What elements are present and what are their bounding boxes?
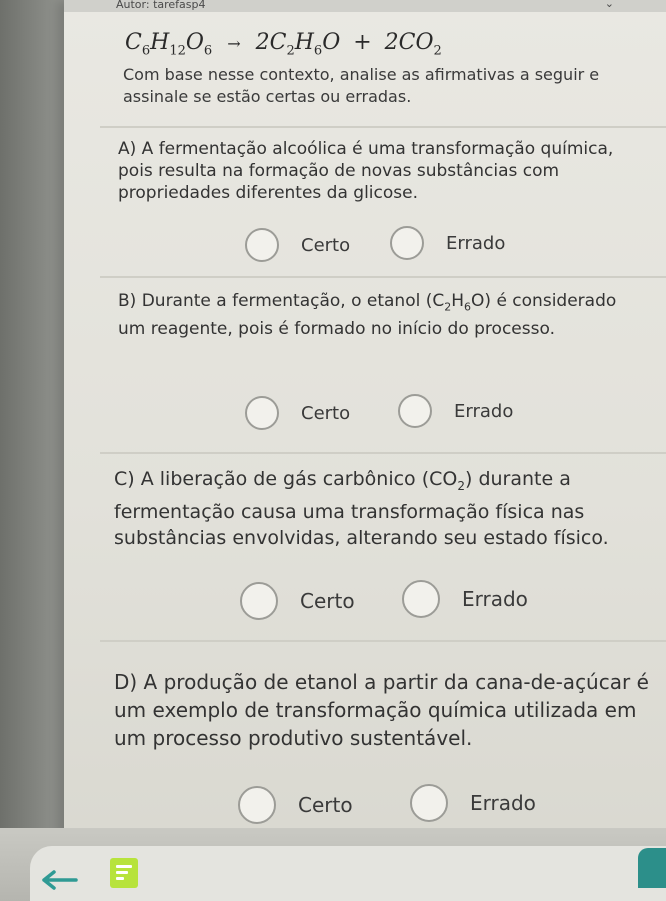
back-arrow-icon[interactable] (40, 866, 80, 890)
author-label: Autor: tarefasp4 (116, 0, 206, 11)
divider (100, 452, 666, 454)
radio-circle[interactable] (245, 396, 279, 430)
divider (100, 640, 666, 642)
option-a-errado[interactable]: Errado (390, 226, 505, 260)
question-c-text: C) A liberação de gás carbônico (CO2) du… (114, 468, 609, 549)
divider (100, 126, 666, 128)
option-b-certo[interactable]: Certo (245, 396, 350, 430)
document-icon[interactable] (110, 858, 138, 888)
option-c-certo[interactable]: Certo (240, 582, 355, 620)
option-c-errado[interactable]: Errado (402, 580, 528, 618)
divider (100, 276, 666, 278)
radio-circle[interactable] (238, 786, 276, 824)
radio-circle[interactable] (410, 784, 448, 822)
question-d-text: D) A produção de etanol a partir da cana… (114, 670, 649, 750)
intro-text: Com base nesse contexto, analise as afir… (123, 65, 600, 106)
chevron-down-icon[interactable]: ⌄ (605, 0, 614, 10)
question-b-text: B) Durante a fermentação, o etanol (C2H6… (118, 291, 617, 340)
chemical-equation: C6H12O6 → 2C2H6O + 2CO2 (125, 30, 442, 59)
option-d-certo[interactable]: Certo (238, 786, 353, 824)
radio-circle[interactable] (390, 226, 424, 260)
option-d-errado[interactable]: Errado (410, 784, 536, 822)
header-bar: Autor: tarefasp4 ⌄ (64, 0, 666, 12)
radio-circle[interactable] (398, 394, 432, 428)
bottom-nav (0, 828, 666, 901)
radio-circle[interactable] (245, 228, 279, 262)
question-a-text: A) A fermentação alcoólica é uma transfo… (118, 139, 614, 203)
next-tab[interactable] (638, 848, 666, 888)
radio-circle[interactable] (402, 580, 440, 618)
radio-circle[interactable] (240, 582, 278, 620)
option-a-certo[interactable]: Certo (245, 228, 350, 262)
question-sheet (64, 0, 666, 901)
option-b-errado[interactable]: Errado (398, 394, 513, 428)
